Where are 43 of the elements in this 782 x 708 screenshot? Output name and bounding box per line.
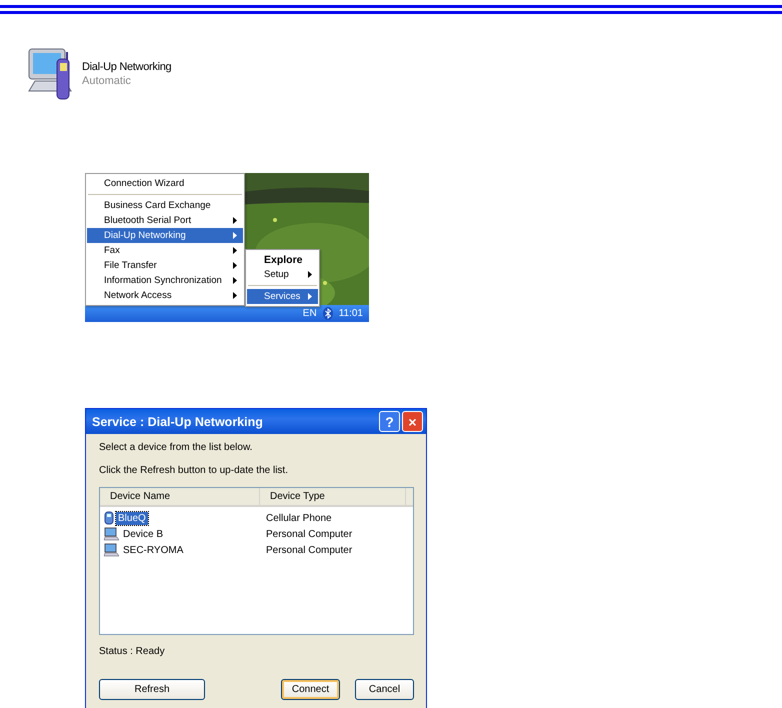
window-title: Service : Dial-Up Networking: [92, 414, 264, 428]
device-name[interactable]: SEC-RYOMA: [121, 544, 186, 556]
column-header[interactable]: Device Name: [100, 488, 260, 505]
menu-item[interactable]: Business Card Exchange: [87, 198, 243, 213]
close-button[interactable]: ×: [402, 411, 423, 432]
status-text: Status : Ready: [99, 646, 166, 657]
menu-item[interactable]: Bluetooth Serial Port: [87, 213, 243, 228]
device-name[interactable]: Device B: [121, 528, 166, 540]
submenu-arrow-icon: [233, 292, 237, 299]
submenu-arrow-icon: [233, 217, 237, 224]
instruction-text: Select a device from the list below.: [99, 442, 254, 453]
device-name[interactable]: BlueQ: [116, 512, 148, 524]
service-name: Dial-Up Networking: [82, 61, 172, 73]
service-status: Automatic: [82, 75, 132, 87]
clock[interactable]: 11:01: [338, 308, 363, 319]
submenu-arrow-icon: [233, 247, 237, 254]
submenu-arrow-icon: [233, 232, 237, 239]
device-type: Cellular Phone: [266, 512, 332, 524]
dialog-button[interactable]: Refresh: [99, 679, 205, 700]
instruction-text: Click the Refresh button to up-date the list.: [99, 465, 289, 476]
menu-item[interactable]: Network Access: [87, 288, 243, 303]
column-header[interactable]: Device Type: [260, 488, 406, 505]
menu-item[interactable]: Explore: [247, 252, 318, 267]
menu-item[interactable]: Setup: [247, 267, 318, 282]
submenu-arrow-icon: [308, 293, 312, 300]
computer-icon: [104, 543, 119, 557]
submenu-arrow-icon: [233, 277, 237, 284]
language-indicator[interactable]: EN: [302, 308, 317, 319]
submenu-arrow-icon: [233, 262, 237, 269]
menu-item[interactable]: Fax: [87, 243, 243, 258]
help-button[interactable]: ?: [379, 411, 400, 432]
bluetooth-icon[interactable]: [322, 307, 333, 320]
computer-icon: [104, 527, 119, 541]
menu-item[interactable]: Services: [247, 289, 318, 304]
dialog-button[interactable]: Connect: [281, 679, 340, 700]
phone-icon: [104, 511, 114, 525]
menu-item[interactable]: Dial-Up Networking: [87, 228, 243, 243]
menu-item[interactable]: Information Synchronization: [87, 273, 243, 288]
menu-item[interactable]: File Transfer: [87, 258, 243, 273]
device-type: Personal Computer: [266, 528, 352, 540]
device-type: Personal Computer: [266, 544, 352, 556]
dialog-button[interactable]: Cancel: [355, 679, 414, 700]
submenu-arrow-icon: [308, 271, 312, 278]
